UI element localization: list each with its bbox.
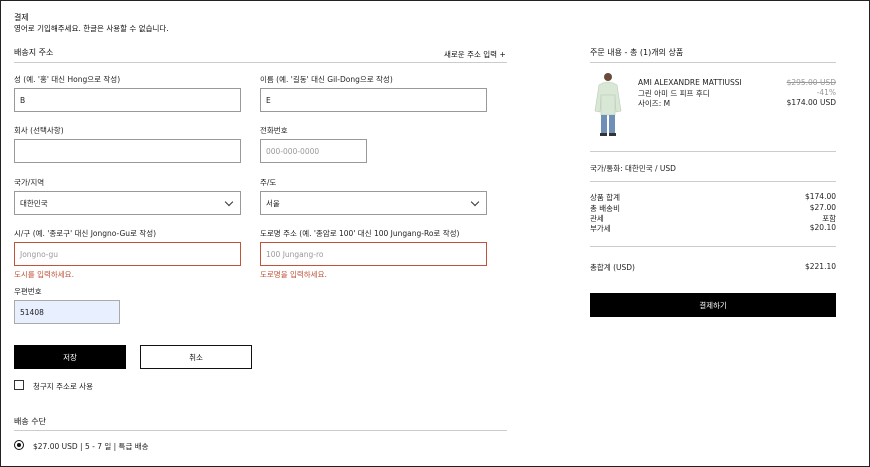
save-button[interactable]: 저장: [14, 345, 126, 369]
divider: [14, 430, 507, 431]
total-label: 총합계 (USD): [590, 263, 635, 272]
billing-checkbox-label: 청구지 주소로 사용: [33, 382, 93, 391]
company-input[interactable]: [14, 139, 241, 163]
row-shipping-value: $27.00: [809, 203, 836, 212]
first-name-label: 이름 (예. '길동' 대신 Gil-Dong으로 작성): [260, 75, 393, 84]
delivery-option-label: $27.00 USD | 5 - 7 일 | 특급 배송: [33, 442, 149, 451]
radio-dot: [17, 443, 21, 447]
shipping-section-title: 배송지 주소: [14, 48, 54, 57]
postal-label: 우편번호: [14, 287, 42, 296]
summary-title: 주문 내용 - 총 (1)개의 상품: [590, 48, 684, 57]
product-brand: AMI ALEXANDRE MATTIUSSI: [638, 78, 742, 87]
row-vat-label: 부가세: [590, 224, 611, 233]
row-subtotal-label: 상품 합계: [590, 193, 620, 202]
hoodie-figure-icon: [594, 73, 622, 136]
row-subtotal-value: $174.00: [804, 192, 836, 201]
original-price: $295.00 USD: [786, 78, 836, 87]
divider: [590, 246, 836, 247]
divider: [590, 62, 836, 63]
city-error: 도시를 입력하세요.: [14, 270, 74, 279]
divider: [14, 62, 507, 63]
country-currency: 국가/통화: 대한민국 / USD: [590, 164, 676, 173]
state-value: 서울: [266, 198, 280, 208]
cancel-button[interactable]: 취소: [140, 345, 252, 369]
divider: [590, 181, 836, 182]
country-label: 국가/지역: [14, 178, 45, 187]
phone-label: 전화번호: [260, 126, 288, 135]
product-image[interactable]: [590, 71, 626, 137]
chevron-down-icon: [224, 197, 234, 207]
country-value: 대한민국: [20, 198, 48, 208]
last-name-input[interactable]: B: [14, 88, 241, 112]
street-input[interactable]: 100 Jungang-ro: [260, 242, 487, 266]
street-error: 도로명을 입력하세요.: [260, 270, 327, 279]
checkout-page: 결제 영어로 기입해주세요. 한글은 사용할 수 없습니다. 배송지 주소 새로…: [0, 0, 870, 467]
new-address-link[interactable]: 새로운 주소 입력 +: [444, 49, 506, 60]
page-title: 결제: [14, 13, 29, 22]
postal-input[interactable]: 51408: [14, 300, 120, 324]
chevron-down-icon: [470, 197, 480, 207]
total-value: $221.10: [804, 262, 836, 271]
delivery-section-title: 배송 수단: [14, 417, 46, 426]
company-label: 회사 (선택사항): [14, 126, 64, 135]
country-select[interactable]: 대한민국: [14, 191, 241, 215]
pay-button[interactable]: 결제하기: [590, 293, 836, 317]
phone-input[interactable]: 000-000-0000: [260, 139, 367, 163]
street-label: 도로명 주소 (예. '종암로 100' 대신 100 Jungang-Ro로 …: [260, 229, 460, 238]
discount-percent: -41%: [816, 88, 836, 97]
row-vat-value: $20.10: [809, 223, 836, 232]
state-select[interactable]: 서울: [260, 191, 487, 215]
delivery-radio[interactable]: [14, 440, 24, 450]
first-name-input[interactable]: E: [260, 88, 487, 112]
english-notice: 영어로 기입해주세요. 한글은 사용할 수 없습니다.: [14, 24, 169, 33]
product-size: 사이즈: M: [638, 99, 671, 108]
last-name-label: 성 (예. '홍' 대신 Hong으로 작성): [14, 75, 121, 84]
city-input[interactable]: Jongno-gu: [14, 242, 241, 266]
state-label: 주/도: [260, 178, 277, 187]
city-label: 시/구 (예. '종로구' 대신 Jongno-Gu로 작성): [14, 229, 157, 238]
billing-checkbox[interactable]: [14, 380, 24, 390]
divider: [590, 151, 836, 152]
item-price: $174.00 USD: [786, 98, 836, 107]
